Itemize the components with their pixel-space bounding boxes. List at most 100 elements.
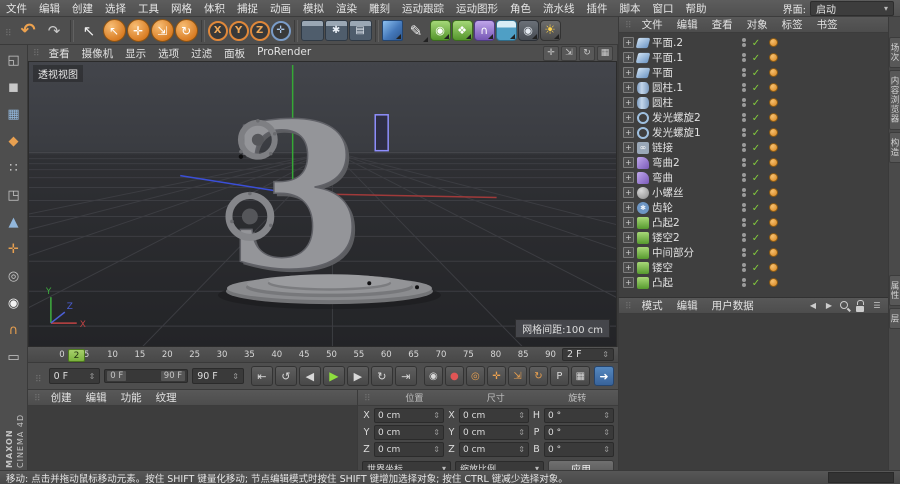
stepper-icon[interactable] (433, 428, 440, 438)
enabled-check-icon[interactable] (750, 277, 762, 289)
next-frame-button[interactable]: ▶ (346, 366, 369, 386)
generator-array-icon[interactable]: ❖ (451, 20, 473, 41)
object-row[interactable]: 链接 (619, 140, 888, 155)
enabled-check-icon[interactable] (750, 157, 762, 169)
z-axis-lock-icon[interactable]: Z (249, 20, 270, 41)
position-field[interactable]: 0 cm (374, 442, 444, 457)
materials-menu-item[interactable]: 功能 (114, 390, 149, 405)
timeline-ruler[interactable]: 0 5 10 15 20 25 30 35 40 45 50 55 60 65 70 75 80 85 90 2 2… (28, 347, 618, 363)
light-icon[interactable]: ☀ (539, 20, 561, 41)
tag-icon[interactable] (769, 233, 778, 242)
menu-item[interactable]: 插件 (581, 1, 614, 16)
tag-icon[interactable] (769, 83, 778, 92)
stepper-icon[interactable] (603, 411, 610, 421)
search-icon[interactable] (839, 300, 851, 312)
environment-floor-icon[interactable] (495, 20, 517, 41)
object-manager-menu-item[interactable]: 查看 (705, 17, 740, 32)
viewport-menu-item[interactable]: 显示 (119, 46, 152, 61)
drag-handle-icon[interactable] (625, 300, 632, 312)
menu-item[interactable]: 选择 (99, 1, 132, 16)
scale-key-toggle[interactable]: ⇲ (507, 366, 527, 386)
rotation-field[interactable]: 0 ° (544, 408, 614, 423)
object-name[interactable]: 小螺丝 (652, 185, 738, 200)
enabled-check-icon[interactable] (750, 52, 762, 64)
zoom-view-icon[interactable]: ⇲ (561, 45, 577, 61)
position-key-toggle[interactable]: ✛ (486, 366, 506, 386)
workplane-mode-icon[interactable]: ◆ (2, 130, 26, 153)
mouse-move-icon[interactable]: ◉ (2, 292, 26, 315)
menu-item[interactable]: 捕捉 (231, 1, 264, 16)
number-3-object[interactable]: 3 3 (225, 78, 368, 316)
stepper-icon[interactable] (89, 371, 96, 382)
expand-icon[interactable] (623, 202, 634, 213)
pla-toggle[interactable]: ▦ (570, 366, 590, 386)
current-frame-field[interactable]: 2 F (562, 348, 614, 361)
object-row[interactable]: 弯曲2 (619, 155, 888, 170)
rotation-field[interactable]: 0 ° (544, 425, 614, 440)
viewport-menu-item[interactable]: 面板 (218, 46, 251, 61)
interface-select[interactable]: 启动 (810, 0, 894, 16)
object-row[interactable]: 镂空2 (619, 230, 888, 245)
render-view-icon[interactable] (300, 20, 324, 41)
object-manager-menu-item[interactable]: 标签 (775, 17, 810, 32)
drag-handle-icon[interactable] (364, 392, 371, 404)
rotate-view-icon[interactable]: ↻ (579, 45, 595, 61)
menu-item[interactable]: 体积 (198, 1, 231, 16)
menu-item[interactable]: 帮助 (680, 1, 713, 16)
range-end-field[interactable]: 90 F (192, 368, 244, 384)
object-name[interactable]: 镂空2 (652, 230, 738, 245)
menu-item[interactable]: 工具 (132, 1, 165, 16)
prev-key-button[interactable]: ↺ (274, 366, 297, 386)
menu-item[interactable]: 窗口 (647, 1, 680, 16)
object-row[interactable]: 凸起2 (619, 215, 888, 230)
menu-item[interactable]: 脚本 (614, 1, 647, 16)
drag-handle-icon[interactable] (5, 21, 12, 40)
enabled-check-icon[interactable] (750, 82, 762, 94)
stepper-icon[interactable] (518, 411, 525, 421)
prev-frame-button[interactable]: ◀ (298, 366, 321, 386)
move-tool-icon[interactable]: ✛ (126, 19, 150, 42)
parameter-key-toggle[interactable]: P (549, 366, 569, 386)
separator[interactable] (293, 19, 298, 42)
tag-icon[interactable] (769, 248, 778, 257)
x-axis-lock-icon[interactable]: X (207, 20, 228, 41)
camera-icon[interactable]: ◉ (517, 20, 539, 41)
tag-icon[interactable] (769, 98, 778, 107)
expand-icon[interactable] (623, 112, 634, 123)
visibility-dots[interactable] (741, 128, 747, 137)
enabled-check-icon[interactable] (750, 262, 762, 274)
enabled-check-icon[interactable] (750, 202, 762, 214)
expand-icon[interactable] (623, 217, 634, 228)
stepper-icon[interactable] (433, 411, 440, 421)
deformer-bend-icon[interactable]: ∩ (473, 20, 495, 41)
model-mode-icon[interactable]: ◼ (2, 76, 26, 99)
expand-icon[interactable] (623, 262, 634, 273)
polygons-mode-icon[interactable]: ▲ (2, 211, 26, 234)
size-field[interactable]: 0 cm (459, 442, 529, 457)
drag-handle-icon[interactable] (33, 47, 40, 59)
visibility-dots[interactable] (741, 263, 747, 272)
tag-icon[interactable] (769, 203, 778, 212)
menu-item[interactable]: 动画 (264, 1, 297, 16)
visibility-dots[interactable] (741, 158, 747, 167)
attributes-menu-item[interactable]: 用户数据 (705, 298, 761, 313)
tag-icon[interactable] (769, 143, 778, 152)
menu-item[interactable]: 编辑 (33, 1, 66, 16)
edges-mode-icon[interactable]: ◳ (2, 184, 26, 207)
menu-item[interactable]: 模拟 (297, 1, 330, 16)
dock-tab[interactable]: 层 (889, 307, 900, 329)
enabled-check-icon[interactable] (750, 37, 762, 49)
enable-axis-icon[interactable]: ✛ (2, 238, 26, 261)
visibility-dots[interactable] (741, 188, 747, 197)
materials-menu-item[interactable]: 纹理 (149, 390, 184, 405)
expand-icon[interactable] (623, 97, 634, 108)
autokey-button[interactable]: ● (444, 366, 464, 386)
undo-icon[interactable]: ↶ (16, 18, 41, 43)
viewport-solo-icon[interactable]: ◎ (2, 265, 26, 288)
back-icon[interactable]: ◀ (807, 300, 819, 312)
rotate-tool-icon[interactable]: ↻ (174, 19, 198, 42)
rotation-key-toggle[interactable]: ↻ (528, 366, 548, 386)
attributes-menu-item[interactable]: 模式 (635, 298, 670, 313)
snap-icon[interactable]: ∩ (2, 319, 26, 342)
tag-icon[interactable] (769, 113, 778, 122)
